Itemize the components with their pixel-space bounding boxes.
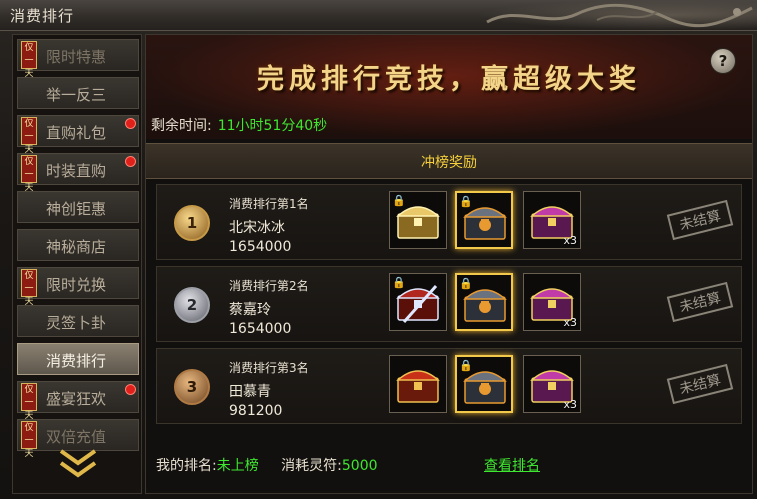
sidebar-item-label: 限时特惠	[46, 48, 107, 66]
sidebar-item[interactable]: 神秘商店	[17, 229, 139, 261]
sidebar-item-label: 直购礼包	[46, 124, 107, 142]
countdown-value: 11小时51分40秒	[217, 118, 328, 134]
sidebar-item[interactable]: 消费排行	[17, 343, 139, 375]
sidebar-item[interactable]: 仅一天 限时兑换	[17, 267, 139, 307]
rank-medal-icon: 1	[174, 205, 210, 241]
purple-chest-icon[interactable]: x3	[523, 191, 581, 249]
rank-name: 北宋冰冰	[229, 220, 285, 236]
sidebar-item-label: 时装直购	[46, 162, 107, 180]
notification-dot-icon	[125, 384, 136, 395]
sidebar-item[interactable]: 仅一天 时装直购	[17, 153, 139, 193]
reward-quantity: x3	[563, 316, 577, 329]
countdown-label: 剩余时间:	[151, 118, 212, 134]
sidebar-item[interactable]: 灵签卜卦	[17, 305, 139, 337]
sidebar-item[interactable]: 举一反三	[17, 77, 139, 109]
section-header: 冲榜奖励	[146, 143, 752, 179]
rank-title: 消费排行第2名	[229, 279, 309, 293]
sidebar-item-label: 神创钜惠	[46, 200, 107, 218]
sidebar-item-label: 盛宴狂欢	[46, 390, 107, 408]
sidebar-item-label: 限时兑换	[46, 276, 107, 294]
countdown: 剩余时间: 11小时51分40秒	[151, 115, 327, 135]
sidebar-item[interactable]: 神创钜惠	[17, 191, 139, 223]
golden-treasure-chest-icon[interactable]: 🔒	[389, 191, 447, 249]
lock-icon: 🔒	[459, 359, 473, 372]
sidebar-item-label: 灵签卜卦	[46, 314, 107, 332]
rank-title: 消费排行第1名	[229, 197, 309, 211]
title-bar[interactable]: 消费排行	[0, 0, 757, 31]
main-panel: 完成排行竞技，赢超级大奖 ? 剩余时间: 11小时51分40秒 冲榜奖励 1 消费排…	[145, 34, 753, 494]
unsettled-stamp: 未结算	[666, 199, 734, 241]
sidebar-item[interactable]: 仅一天 限时特惠	[17, 39, 139, 79]
one-day-tag-icon: 仅一天	[21, 41, 37, 79]
unsettled-stamp: 未结算	[666, 363, 734, 405]
section-title: 冲榜奖励	[421, 155, 477, 171]
sidebar-item-label: 双倍充值	[46, 428, 107, 446]
rank-row: 3 消费排行第3名 田慕青 981200 🔒 x3 未结算	[156, 348, 742, 424]
my-rank-value: 未上榜	[216, 458, 259, 474]
sidebar-menu: 仅一天 限时特惠 举一反三 仅一天 直购礼包 仅一天 时装直购 神创钜惠 神秘商店 仅一天 限时兑换…	[12, 34, 142, 494]
lock-icon: 🔒	[392, 276, 406, 289]
window-title: 消费排行	[10, 7, 75, 25]
view-rank-link[interactable]: 查看排名	[484, 455, 540, 475]
rank-score: 1654000	[229, 239, 292, 255]
sidebar-item[interactable]: 仅一天 直购礼包	[17, 115, 139, 155]
spent-value: 5000	[341, 458, 378, 474]
double-chevron-down-icon[interactable]	[53, 449, 103, 479]
ornate-chest-icon[interactable]: 🔒	[455, 355, 513, 413]
rank-name: 田慕青	[229, 384, 271, 400]
dragon-ornament-icon	[477, 0, 757, 30]
rank-medal-icon: 3	[174, 369, 210, 405]
spent-label: 消耗灵符:	[281, 458, 342, 474]
my-rank-label: 我的排名:	[156, 458, 217, 474]
ornate-chest-icon[interactable]: 🔒	[455, 191, 513, 249]
purple-chest-icon[interactable]: x3	[523, 273, 581, 331]
lock-icon: 🔒	[392, 194, 406, 207]
lock-icon: 🔒	[459, 277, 473, 290]
sidebar-item[interactable]: 仅一天 盛宴狂欢	[17, 381, 139, 421]
purple-chest-icon[interactable]: x3	[523, 355, 581, 413]
rank-score: 1654000	[229, 321, 292, 337]
rank-score: 981200	[229, 403, 283, 419]
one-day-tag-icon: 仅一天	[21, 155, 37, 193]
sidebar-item[interactable]: 仅一天 双倍充值	[17, 419, 139, 459]
lock-icon: 🔒	[459, 195, 473, 208]
one-day-tag-icon: 仅一天	[21, 383, 37, 421]
shop-window: 消费排行 仅一天 限时特惠 举一反三 仅一天 直购礼包 仅一天 时装直购 神创钜惠 神秘商店 仅一…	[0, 0, 757, 499]
ornate-chest-icon[interactable]: 🔒	[455, 273, 513, 331]
reward-quantity: x3	[563, 398, 577, 411]
notification-dot-icon	[125, 156, 136, 167]
rank-medal-icon: 2	[174, 287, 210, 323]
rank-name: 蔡嘉玲	[229, 302, 271, 318]
notification-dot-icon	[125, 118, 136, 129]
red-gold-chest-icon[interactable]	[389, 355, 447, 413]
one-day-tag-icon: 仅一天	[21, 117, 37, 155]
reward-quantity: x3	[563, 234, 577, 247]
my-rank-footer: 我的排名:未上榜 消耗灵符:5000	[156, 455, 378, 475]
sidebar-item-label: 神秘商店	[46, 238, 107, 256]
banner: 完成排行竞技，赢超级大奖 ? 剩余时间: 11小时51分40秒	[146, 35, 752, 139]
help-button[interactable]: ?	[710, 48, 736, 74]
one-day-tag-icon: 仅一天	[21, 269, 37, 307]
banner-title: 完成排行竞技，赢超级大奖	[257, 64, 641, 95]
rank-row: 1 消费排行第1名 北宋冰冰 1654000 🔒 🔒 x3 未结算	[156, 184, 742, 260]
unsettled-stamp: 未结算	[666, 281, 734, 323]
sidebar-item-label: 举一反三	[46, 86, 107, 104]
one-day-tag-icon: 仅一天	[21, 421, 37, 459]
red-chest-with-sword-icon[interactable]: 🔒	[389, 273, 447, 331]
rank-row: 2 消费排行第2名 蔡嘉玲 1654000 🔒 🔒 x3 未结算	[156, 266, 742, 342]
sidebar-item-label: 消费排行	[46, 352, 107, 370]
rank-title: 消费排行第3名	[229, 361, 309, 375]
